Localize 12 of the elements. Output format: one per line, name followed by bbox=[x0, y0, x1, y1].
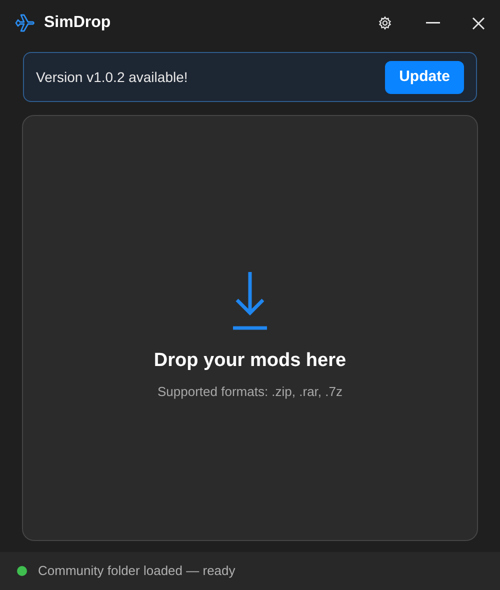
close-icon[interactable] bbox=[472, 16, 485, 30]
drop-title: Drop your mods here bbox=[154, 349, 346, 373]
download-arrow-icon bbox=[232, 271, 268, 331]
minimize-icon[interactable] bbox=[426, 22, 440, 24]
update-message: Version v1.0.2 available! bbox=[36, 68, 188, 86]
update-button[interactable]: Update bbox=[385, 60, 464, 94]
supported-formats: Supported formats: .zip, .rar, .7z bbox=[158, 382, 342, 401]
drop-zone[interactable]: Drop your mods here Supported formats: .zip, .rar, .7z bbox=[22, 115, 478, 541]
status-text: Community folder loaded — ready bbox=[38, 562, 236, 580]
settings-icon[interactable] bbox=[378, 16, 392, 30]
airplane-icon bbox=[15, 14, 35, 32]
window-title: SimDrop bbox=[44, 13, 111, 33]
